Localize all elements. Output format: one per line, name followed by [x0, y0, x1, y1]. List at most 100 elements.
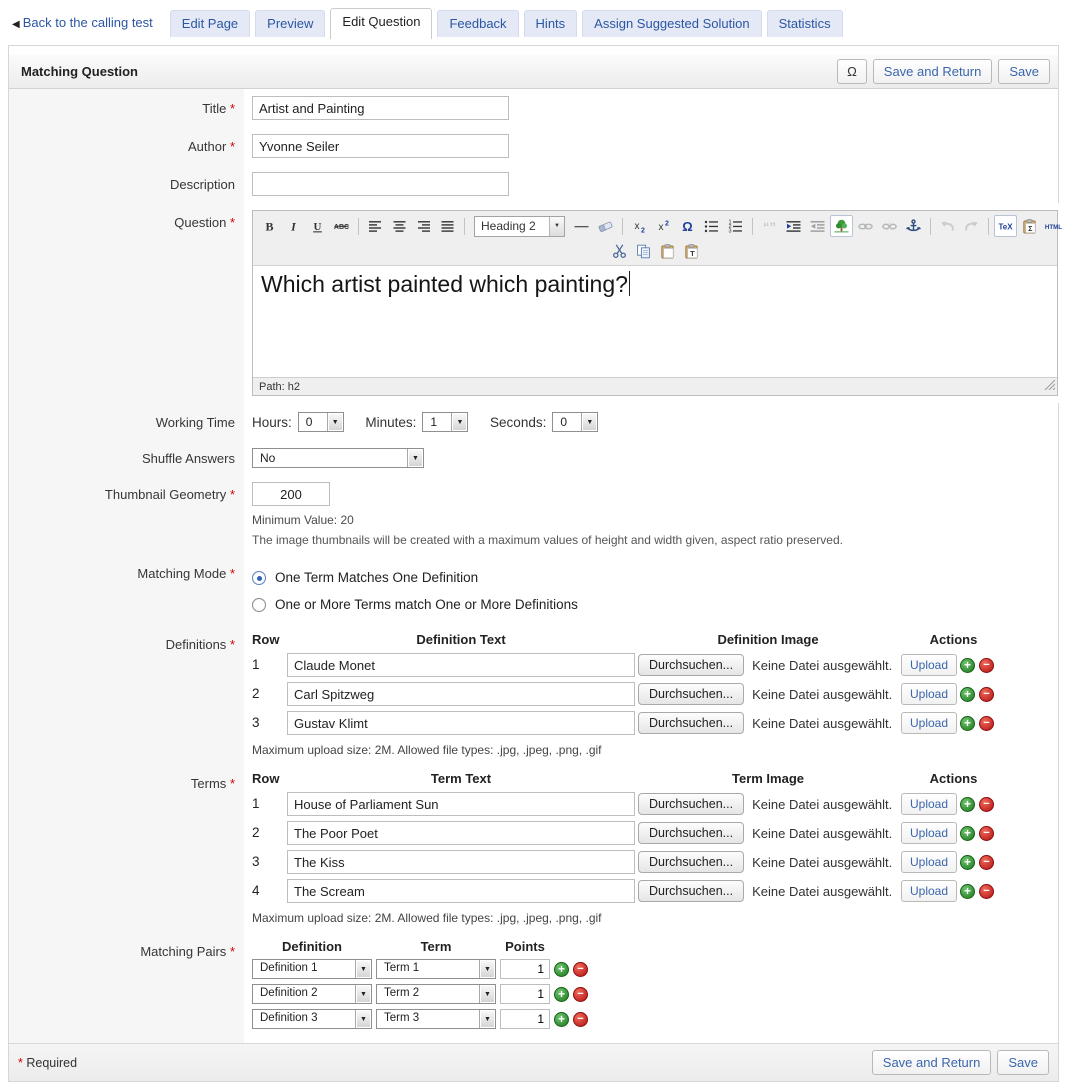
- pair-points-input[interactable]: [500, 959, 550, 979]
- tab-edit-page[interactable]: Edit Page: [170, 10, 250, 37]
- title-input[interactable]: [252, 96, 509, 120]
- definition-text-input[interactable]: [287, 682, 635, 706]
- hours-select[interactable]: 0▼: [298, 412, 344, 432]
- remove-row-icon[interactable]: [573, 987, 588, 1002]
- tab-assign-suggested-solution[interactable]: Assign Suggested Solution: [582, 10, 761, 37]
- indent-icon[interactable]: [782, 215, 805, 237]
- browse-button[interactable]: Durchsuchen...: [638, 822, 744, 844]
- upload-button[interactable]: Upload: [901, 654, 957, 676]
- pair-definition-select[interactable]: Definition 2▼: [252, 984, 372, 1004]
- add-row-icon[interactable]: [960, 687, 975, 702]
- browse-button[interactable]: Durchsuchen...: [638, 654, 744, 676]
- pair-term-select[interactable]: Term 3▼: [376, 1009, 496, 1029]
- thumbnail-geometry-input[interactable]: [252, 482, 330, 506]
- strikethrough-icon[interactable]: ABC: [330, 215, 353, 237]
- browse-button[interactable]: Durchsuchen...: [638, 683, 744, 705]
- radio-icon[interactable]: [252, 598, 266, 612]
- add-row-icon[interactable]: [960, 716, 975, 731]
- add-row-icon[interactable]: [554, 962, 569, 977]
- copy-icon[interactable]: [632, 240, 655, 262]
- horizontal-rule-icon[interactable]: [570, 215, 593, 237]
- superscript-icon[interactable]: x2: [652, 215, 675, 237]
- image-icon[interactable]: [830, 215, 853, 237]
- definition-text-input[interactable]: [287, 653, 635, 677]
- add-row-icon[interactable]: [554, 987, 569, 1002]
- minutes-select[interactable]: 1▼: [422, 412, 468, 432]
- tab-statistics[interactable]: Statistics: [767, 10, 843, 37]
- upload-button[interactable]: Upload: [901, 822, 957, 844]
- underline-icon[interactable]: U: [306, 215, 329, 237]
- italic-icon[interactable]: I: [282, 215, 305, 237]
- save-and-return-button-bottom[interactable]: Save and Return: [872, 1050, 992, 1075]
- save-button-bottom[interactable]: Save: [997, 1050, 1049, 1075]
- tab-hints[interactable]: Hints: [524, 10, 578, 37]
- pair-term-select[interactable]: Term 1▼: [376, 959, 496, 979]
- browse-button[interactable]: Durchsuchen...: [638, 712, 744, 734]
- browse-button[interactable]: Durchsuchen...: [638, 880, 744, 902]
- remove-row-icon[interactable]: [979, 716, 994, 731]
- pair-points-input[interactable]: [500, 984, 550, 1004]
- upload-button[interactable]: Upload: [901, 793, 957, 815]
- tab-edit-question[interactable]: Edit Question: [330, 8, 432, 39]
- editor-content-area[interactable]: Which artist painted which painting?: [253, 265, 1057, 377]
- align-left-icon[interactable]: [364, 215, 387, 237]
- charmap-button[interactable]: Ω: [837, 59, 867, 84]
- paste-icon[interactable]: [656, 240, 679, 262]
- upload-button[interactable]: Upload: [901, 880, 957, 902]
- subscript-icon[interactable]: x2: [628, 215, 651, 237]
- matching-mode-option[interactable]: One Term Matches One Definition: [252, 564, 1046, 591]
- seconds-select[interactable]: 0▼: [552, 412, 598, 432]
- paste-latex-icon[interactable]: Σ: [1018, 215, 1041, 237]
- upload-button[interactable]: Upload: [901, 683, 957, 705]
- remove-row-icon[interactable]: [979, 687, 994, 702]
- pair-term-select[interactable]: Term 2▼: [376, 984, 496, 1004]
- bold-icon[interactable]: B: [258, 215, 281, 237]
- align-right-icon[interactable]: [412, 215, 435, 237]
- pair-definition-select[interactable]: Definition 1▼: [252, 959, 372, 979]
- paste-text-icon[interactable]: T: [680, 240, 703, 262]
- back-to-test-link[interactable]: ◀Back to the calling test: [10, 10, 161, 37]
- save-and-return-button-top[interactable]: Save and Return: [873, 59, 993, 84]
- author-input[interactable]: [252, 134, 509, 158]
- pair-definition-select[interactable]: Definition 3▼: [252, 1009, 372, 1029]
- remove-row-icon[interactable]: [979, 855, 994, 870]
- browse-button[interactable]: Durchsuchen...: [638, 793, 744, 815]
- add-row-icon[interactable]: [554, 1012, 569, 1027]
- align-center-icon[interactable]: [388, 215, 411, 237]
- upload-button[interactable]: Upload: [901, 712, 957, 734]
- upload-button[interactable]: Upload: [901, 851, 957, 873]
- tex-icon[interactable]: TeX: [994, 215, 1017, 237]
- tab-preview[interactable]: Preview: [255, 10, 325, 37]
- html-icon[interactable]: HTML: [1042, 215, 1065, 237]
- add-row-icon[interactable]: [960, 797, 975, 812]
- numbered-list-icon[interactable]: 123: [724, 215, 747, 237]
- add-row-icon[interactable]: [960, 658, 975, 673]
- remove-row-icon[interactable]: [573, 962, 588, 977]
- browse-button[interactable]: Durchsuchen...: [638, 851, 744, 873]
- description-input[interactable]: [252, 172, 509, 196]
- term-text-input[interactable]: [287, 792, 635, 816]
- align-justify-icon[interactable]: [436, 215, 459, 237]
- remove-row-icon[interactable]: [573, 1012, 588, 1027]
- term-text-input[interactable]: [287, 850, 635, 874]
- pair-points-input[interactable]: [500, 1009, 550, 1029]
- save-button-top[interactable]: Save: [998, 59, 1050, 84]
- add-row-icon[interactable]: [960, 826, 975, 841]
- term-text-input[interactable]: [287, 879, 635, 903]
- definition-text-input[interactable]: [287, 711, 635, 735]
- format-select[interactable]: Heading 2▼: [474, 216, 565, 237]
- radio-icon[interactable]: [252, 571, 266, 585]
- remove-row-icon[interactable]: [979, 797, 994, 812]
- matching-mode-option[interactable]: One or More Terms match One or More Defi…: [252, 591, 1046, 618]
- bullet-list-icon[interactable]: [700, 215, 723, 237]
- remove-row-icon[interactable]: [979, 826, 994, 841]
- add-row-icon[interactable]: [960, 855, 975, 870]
- shuffle-answers-select[interactable]: No▼: [252, 448, 424, 468]
- charmap-icon[interactable]: Ω: [676, 215, 699, 237]
- term-text-input[interactable]: [287, 821, 635, 845]
- add-row-icon[interactable]: [960, 884, 975, 899]
- remove-row-icon[interactable]: [979, 658, 994, 673]
- anchor-icon[interactable]: [902, 215, 925, 237]
- cut-icon[interactable]: [608, 240, 631, 262]
- resize-grip-icon[interactable]: [1042, 377, 1055, 393]
